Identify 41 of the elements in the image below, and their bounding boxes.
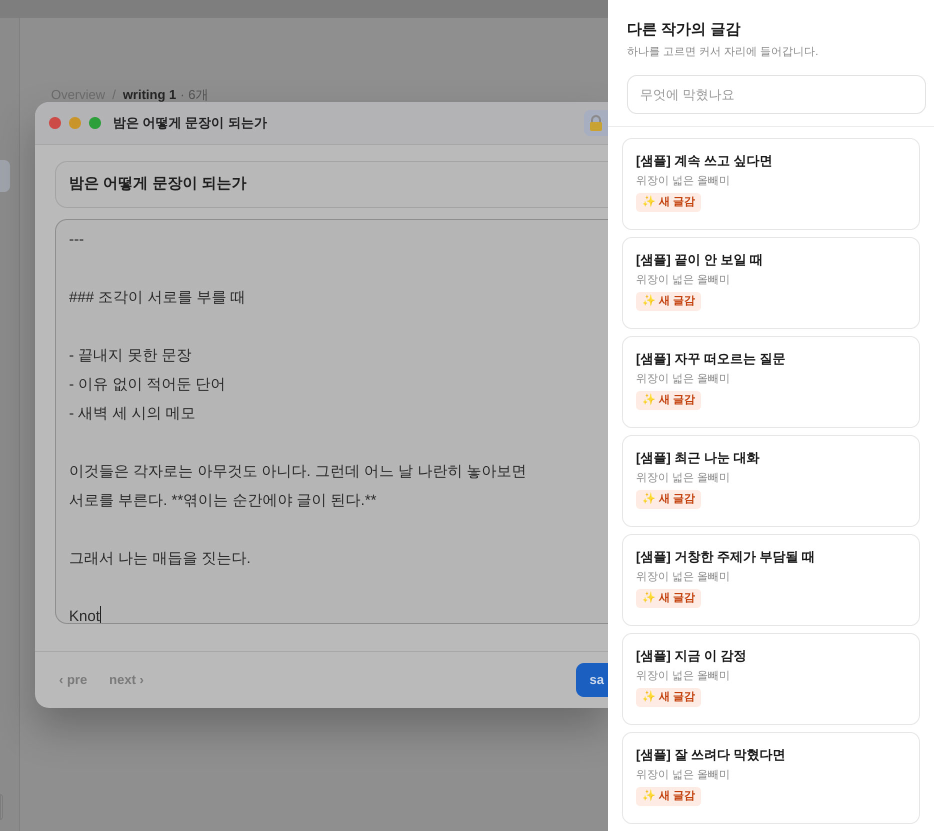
title-field[interactable]: 밤은 어떻게 문장이 되는가 xyxy=(55,161,608,208)
prompt-card[interactable]: [샘플] 잘 쓰려다 막혔다면 위장이 넓은 올빼미 ✨ 새 글감 xyxy=(622,732,920,824)
panel-subtitle: 하나를 고르면 커서 자리에 들어갑니다. xyxy=(627,45,820,60)
item-count: · 6개 xyxy=(180,86,208,104)
new-badge: ✨ 새 글감 xyxy=(636,688,702,706)
save-button[interactable]: sa xyxy=(576,663,608,697)
card-title: [샘플] 끝이 안 보일 때 xyxy=(636,250,764,268)
prompt-card[interactable]: [샘플] 거창한 주제가 부담될 때 위장이 넓은 올빼미 ✨ 새 글감 xyxy=(622,534,920,626)
prompt-card[interactable]: [샘플] 자꾸 떠오르는 질문 위장이 넓은 올빼미 ✨ 새 글감 xyxy=(622,336,920,428)
breadcrumb-current: writing 1 xyxy=(122,86,176,104)
card-author: 위장이 넓은 올빼미 xyxy=(636,470,732,484)
card-author: 위장이 넓은 올빼미 xyxy=(636,570,732,584)
window-title: 밤은 어떻게 문장이 되는가 xyxy=(113,114,267,132)
panel-title: 다른 작가의 글감 xyxy=(627,20,742,40)
search-field[interactable]: 무엇에 막혔나요 xyxy=(627,74,926,114)
new-badge: ✨ 새 글감 xyxy=(636,588,702,608)
card-author: 위장이 넓은 올빼미 xyxy=(636,668,732,682)
card-author: 위장이 넓은 올빼미 xyxy=(636,768,732,782)
card-title: [샘플] 자꾸 떠오르는 질문 xyxy=(636,350,786,368)
prompt-card[interactable]: [샘플] 계속 쓰고 싶다면 위장이 넓은 올빼미 ✨ 새 글감 xyxy=(622,138,920,230)
card-author: 위장이 넓은 올빼미 xyxy=(636,372,732,386)
new-badge: ✨ 새 글감 xyxy=(636,490,702,508)
lock-icon xyxy=(589,115,603,131)
card-title: [샘플] 거창한 주제가 부담될 때 xyxy=(636,548,816,566)
lock-button[interactable] xyxy=(584,110,608,136)
new-badge: ✨ 새 글감 xyxy=(636,390,702,410)
new-badge: ✨ 새 글감 xyxy=(636,292,702,310)
breadcrumb-separator: / xyxy=(112,86,116,104)
prompt-card[interactable]: [샘플] 최근 나눈 대화 위장이 넓은 올빼미 ✨ 새 글감 xyxy=(622,434,920,526)
card-author: 위장이 넓은 올빼미 xyxy=(636,272,732,286)
card-title: [샘플] 최근 나눈 대화 xyxy=(636,448,760,466)
card-title: [샘플] 계속 쓰고 싶다면 xyxy=(636,152,774,170)
sidebar-item[interactable] xyxy=(0,160,10,192)
card-author: 위장이 넓은 올빼미 xyxy=(636,174,732,188)
editor-field[interactable]: --- ### 조각이 서로를 부를 때 - 끝내지 못한 문장 - 이유 없이 적어둔 단어 - 새벽 세 시의 메모 이것들은 각자로는 아무것도 아니다. 그런데 어느 날 나란히 놓아보면 서로를 부른다. **엮이는 순간에야 글이 된다.** 그래서 나는 매듭을 짓는다. Knot xyxy=(55,219,608,624)
card-title: [샘플] 잘 쓰려다 막혔다면 xyxy=(636,746,786,764)
prompt-card[interactable]: [샘플] 지금 이 감정 위장이 넓은 올빼미 ✨ 새 글감 xyxy=(622,632,920,724)
new-badge: ✨ 새 글감 xyxy=(636,192,702,212)
new-badge: ✨ 새 글감 xyxy=(636,786,702,806)
prompt-card[interactable]: [샘플] 끝이 안 보일 때 위장이 넓은 올빼미 ✨ 새 글감 xyxy=(622,236,920,328)
card-title: [샘플] 지금 이 감정 xyxy=(636,646,748,664)
